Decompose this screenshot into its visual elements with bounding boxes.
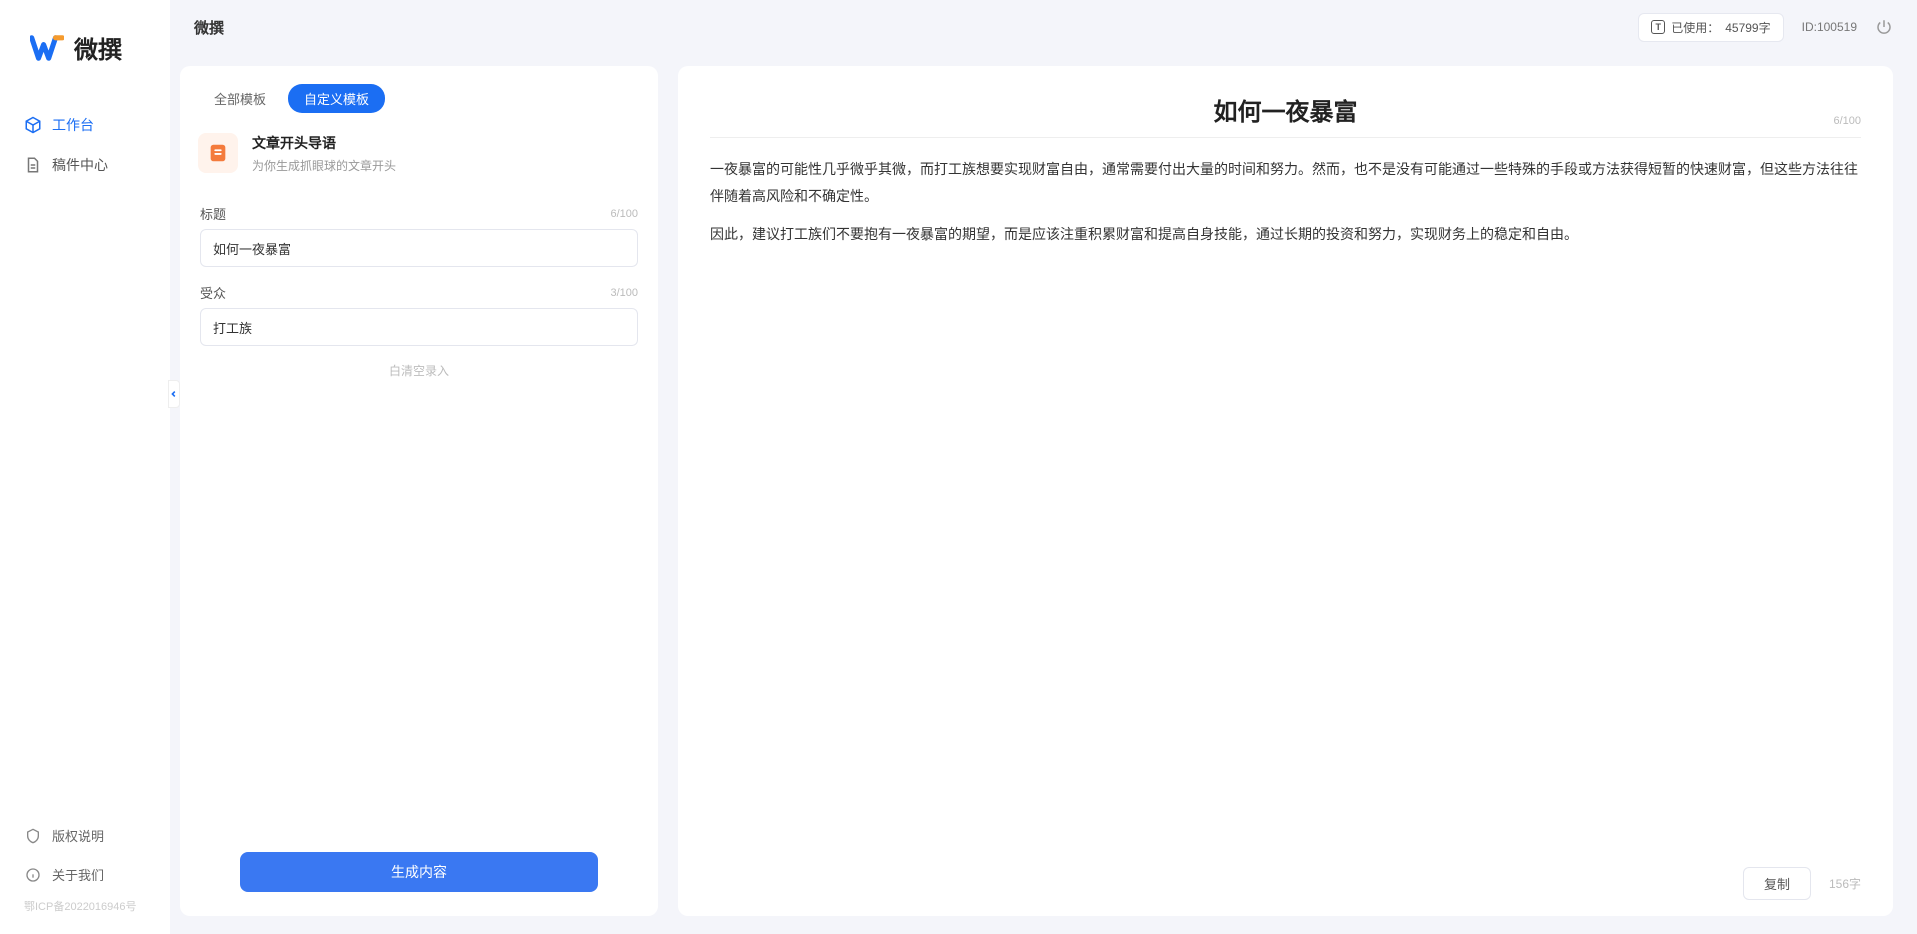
input-panel: 全部模板 自定义模板 文章开头导语 为你生成抓眼球的文章开头 [180,66,658,916]
sidebar-item-about[interactable]: 关于我们 [0,855,170,894]
tab-custom-templates[interactable]: 自定义模板 [288,84,385,113]
usage-count: 45799字 [1725,19,1770,36]
sidebar-item-label: 版权说明 [52,826,104,845]
chevron-left-icon [170,390,178,398]
generate-button[interactable]: 生成内容 [240,852,598,892]
icp-text: 鄂ICP备2022016946号 [0,894,170,918]
sidebar-item-label: 稿件中心 [52,155,108,175]
field-count: 6/100 [610,208,638,220]
logo-text: 微撰 [74,30,122,65]
sidebar-collapse-button[interactable] [168,380,180,408]
shield-icon [24,827,42,845]
sidebar-bottom: 版权说明 关于我们 鄂ICP备2022016946号 [0,816,170,934]
title-input[interactable] [200,229,638,267]
sidebar-item-copyright[interactable]: 版权说明 [0,816,170,855]
template-title: 文章开头导语 [252,133,396,153]
sidebar: 微撰 工作台 稿件中心 [0,0,170,934]
document-icon [24,156,42,174]
text-icon: T [1651,20,1665,34]
logo-icon [30,31,64,65]
sidebar-item-label: 工作台 [52,115,94,135]
field-title: 标题 6/100 [200,204,638,267]
topbar: 微撰 T 已使用： 45799字 ID:100519 [170,0,1917,54]
sidebar-item-workspace[interactable]: 工作台 [0,105,170,145]
page-title: 微撰 [194,17,224,38]
field-count: 3/100 [610,287,638,299]
audience-input[interactable] [200,308,638,346]
template-icon [198,133,238,173]
user-id: ID:100519 [1802,20,1857,34]
field-label: 标题 [200,204,226,223]
field-audience: 受众 3/100 [200,283,638,346]
tab-all-templates[interactable]: 全部模板 [198,84,282,113]
usage-badge[interactable]: T 已使用： 45799字 [1638,13,1783,42]
result-panel: 如何一夜暴富 6/100 一夜暴富的可能性几乎微乎其微，而打工族想要实现财富自由… [678,66,1893,916]
copy-button[interactable]: 复制 [1743,867,1811,900]
selected-template: 文章开头导语 为你生成抓眼球的文章开头 [180,127,658,192]
logo: 微撰 [0,0,170,95]
power-icon [1875,18,1893,36]
usage-prefix: 已使用： [1671,19,1719,36]
field-label: 受众 [200,283,226,302]
template-desc: 为你生成抓眼球的文章开头 [252,157,396,174]
result-paragraph: 一夜暴富的可能性几乎微乎其微，而打工族想要实现财富自由，通常需要付出大量的时间和… [710,156,1861,209]
result-title-count: 6/100 [1833,115,1861,127]
result-title: 如何一夜暴富 [710,92,1861,127]
template-tabs: 全部模板 自定义模板 [180,84,658,127]
power-button[interactable] [1875,18,1893,36]
cube-icon [24,116,42,134]
result-body: 一夜暴富的可能性几乎微乎其微，而打工族想要实现财富自由，通常需要付出大量的时间和… [710,146,1861,260]
info-icon [24,866,42,884]
result-paragraph: 因此，建议打工族们不要抱有一夜暴富的期望，而是应该注重积累财富和提高自身技能，通… [710,221,1861,248]
sidebar-item-label: 关于我们 [52,865,104,884]
sidebar-nav: 工作台 稿件中心 [0,95,170,816]
word-count: 156字 [1829,875,1861,892]
clear-input-hint[interactable]: 白清空录入 [200,362,638,379]
sidebar-item-drafts[interactable]: 稿件中心 [0,145,170,185]
